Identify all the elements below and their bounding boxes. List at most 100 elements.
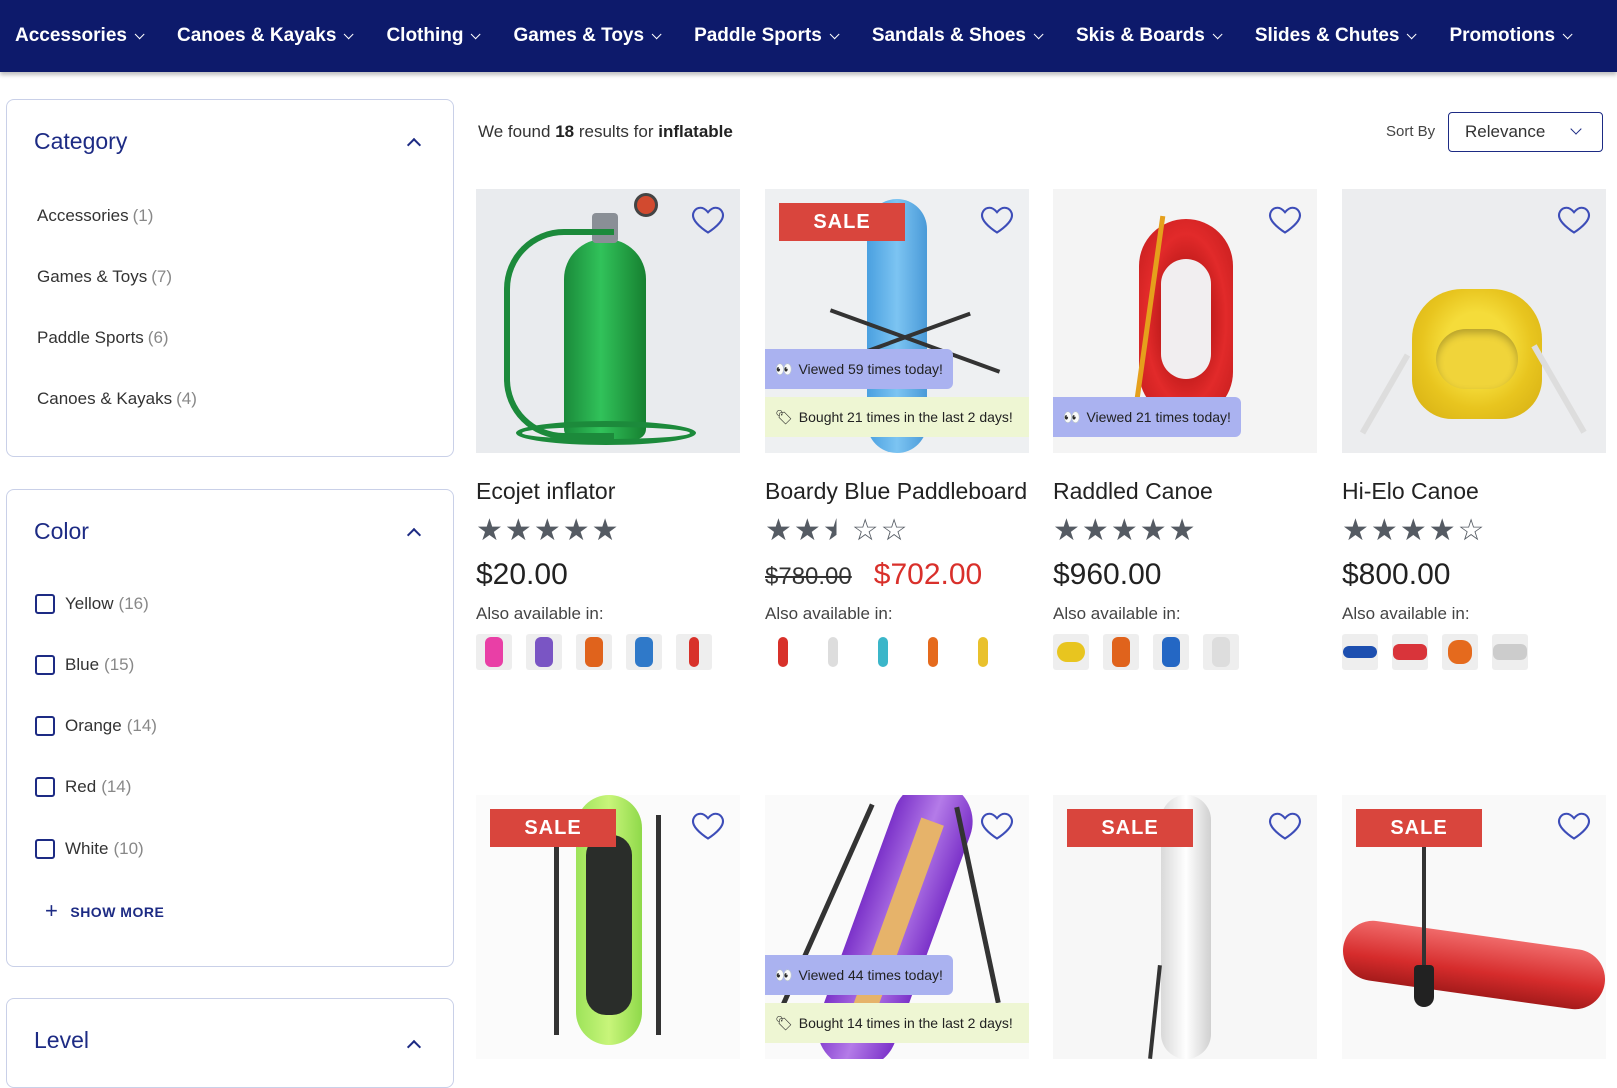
category-filter-title[interactable]: Category [34, 128, 127, 155]
product-image[interactable]: 👀 Viewed 44 times today! 🏷 Bought 14 times… [765, 795, 1029, 1059]
category-item-games-toys[interactable]: Games & Toys (7) [37, 267, 172, 287]
variant-swatch[interactable] [1103, 634, 1139, 670]
variant-swatch[interactable] [626, 634, 662, 670]
variant-swatch[interactable] [1053, 634, 1089, 670]
product-image[interactable] [476, 189, 740, 453]
product-card[interactable]: Ecojet inflator ★ ★ ★ ★ ★ $20.00 Also availa… [476, 189, 740, 670]
product-card[interactable]: SALE [1053, 795, 1317, 1059]
color-option-blue[interactable]: Blue (15) [35, 655, 134, 675]
wishlist-heart-icon[interactable] [690, 201, 726, 237]
variant-swatch[interactable] [1203, 634, 1239, 670]
wishlist-heart-icon[interactable] [1267, 201, 1303, 237]
checkbox[interactable] [35, 594, 55, 614]
product-name[interactable]: Boardy Blue Paddleboard [765, 475, 1029, 508]
variant-thumb [778, 637, 788, 667]
color-option-white[interactable]: White (10) [35, 839, 144, 859]
checkbox[interactable] [35, 839, 55, 859]
variant-thumb [1393, 644, 1427, 660]
nav-games-toys[interactable]: Games & Toys [513, 25, 662, 47]
product-card[interactable]: 👀 Viewed 21 times today! Raddled Canoe ★ ★… [1053, 189, 1317, 670]
wishlist-heart-icon[interactable] [1556, 201, 1592, 237]
variant-swatch[interactable] [865, 634, 901, 670]
variant-thumb [585, 637, 603, 667]
hose-coil [516, 421, 696, 445]
variant-swatch[interactable] [676, 634, 712, 670]
nav-skis-boards[interactable]: Skis & Boards [1076, 25, 1223, 47]
product-name[interactable]: Hi-Elo Canoe [1342, 475, 1606, 508]
variant-swatches [1053, 634, 1317, 670]
rating-stars: ★ ★ ★ ★ ☆ [1342, 514, 1606, 548]
checkbox[interactable] [35, 777, 55, 797]
variant-swatch[interactable] [476, 634, 512, 670]
category-filter-panel: Category Accessories (1) Games & Toys (7) … [6, 99, 454, 457]
product-card[interactable]: SALE [1342, 795, 1606, 1059]
variant-swatch[interactable] [765, 634, 801, 670]
variant-swatch[interactable] [1342, 634, 1378, 670]
variant-swatches [765, 634, 1029, 670]
product-card[interactable]: SALE 👀 Viewed 59 times today! 🏷 Bought 21 … [765, 189, 1029, 670]
chevron-up-icon[interactable] [406, 137, 422, 153]
product-price: $20.00 [476, 558, 740, 592]
variant-swatch[interactable] [1153, 634, 1189, 670]
variant-swatch[interactable] [915, 634, 951, 670]
show-more-button[interactable]: + SHOW MORE [45, 898, 164, 924]
wishlist-heart-icon[interactable] [979, 807, 1015, 843]
wishlist-heart-icon[interactable] [1556, 807, 1592, 843]
color-option-red[interactable]: Red (14) [35, 777, 131, 797]
variant-swatch[interactable] [526, 634, 562, 670]
nav-canoes-kayaks[interactable]: Canoes & Kayaks [177, 25, 355, 47]
category-item-canoes-kayaks[interactable]: Canoes & Kayaks (4) [37, 389, 197, 409]
product-image[interactable]: SALE [476, 795, 740, 1059]
wishlist-heart-icon[interactable] [690, 807, 726, 843]
color-option-yellow[interactable]: Yellow (16) [35, 594, 149, 614]
star-empty-icon: ☆ [1457, 514, 1485, 547]
color-option-orange[interactable]: Orange (14) [35, 716, 157, 736]
checkbox[interactable] [35, 716, 55, 736]
nav-clothing[interactable]: Clothing [386, 25, 482, 47]
chevron-up-icon[interactable] [406, 1039, 422, 1055]
wishlist-heart-icon[interactable] [1267, 807, 1303, 843]
nav-accessories[interactable]: Accessories [15, 25, 145, 47]
chevron-up-icon[interactable] [406, 527, 422, 543]
variant-swatch[interactable] [815, 634, 851, 670]
category-count: (4) [176, 389, 197, 408]
variant-swatch[interactable] [1492, 634, 1528, 670]
category-item-paddle-sports[interactable]: Paddle Sports (6) [37, 328, 169, 348]
chevron-down-icon [471, 28, 482, 39]
color-filter-title[interactable]: Color [34, 518, 89, 545]
variant-thumb [535, 637, 553, 667]
product-card[interactable]: Hi-Elo Canoe ★ ★ ★ ★ ☆ $800.00 Also availabl… [1342, 189, 1606, 670]
variant-thumb [878, 637, 888, 667]
level-filter-title[interactable]: Level [34, 1027, 89, 1054]
product-image[interactable]: SALE 👀 Viewed 59 times today! 🏷 Bought 21 … [765, 189, 1029, 453]
product-card[interactable]: SALE [476, 795, 740, 1059]
variant-swatch[interactable] [576, 634, 612, 670]
star-full-icon: ★ [1139, 514, 1167, 547]
chevron-down-icon [344, 28, 355, 39]
paddle [656, 815, 661, 1035]
product-name[interactable]: Ecojet inflator [476, 475, 740, 508]
product-image[interactable]: 👀 Viewed 21 times today! [1053, 189, 1317, 453]
variant-swatch[interactable] [1442, 634, 1478, 670]
star-full-icon: ★ [1342, 514, 1369, 547]
product-card[interactable]: 👀 Viewed 44 times today! 🏷 Bought 14 times… [765, 795, 1029, 1059]
nav-promotions[interactable]: Promotions [1449, 25, 1573, 47]
product-name[interactable]: Raddled Canoe [1053, 475, 1317, 508]
category-item-accessories[interactable]: Accessories (1) [37, 206, 153, 226]
variant-swatch[interactable] [1392, 634, 1428, 670]
nav-slides-chutes[interactable]: Slides & Chutes [1255, 25, 1418, 47]
nav-sandals-shoes[interactable]: Sandals & Shoes [872, 25, 1044, 47]
product-image[interactable] [1342, 189, 1606, 453]
checkbox[interactable] [35, 655, 55, 675]
wishlist-heart-icon[interactable] [979, 201, 1015, 237]
product-image[interactable]: SALE [1053, 795, 1317, 1059]
nav-paddle-sports[interactable]: Paddle Sports [694, 25, 840, 47]
chevron-down-icon [1407, 28, 1418, 39]
chevron-down-icon [829, 28, 840, 39]
variant-swatch[interactable] [965, 634, 1001, 670]
sort-select[interactable]: Relevance [1448, 112, 1603, 152]
board-deck-pad [586, 835, 632, 1015]
variant-thumb [1162, 637, 1180, 667]
product-image[interactable]: SALE [1342, 795, 1606, 1059]
variant-thumb [928, 637, 938, 667]
